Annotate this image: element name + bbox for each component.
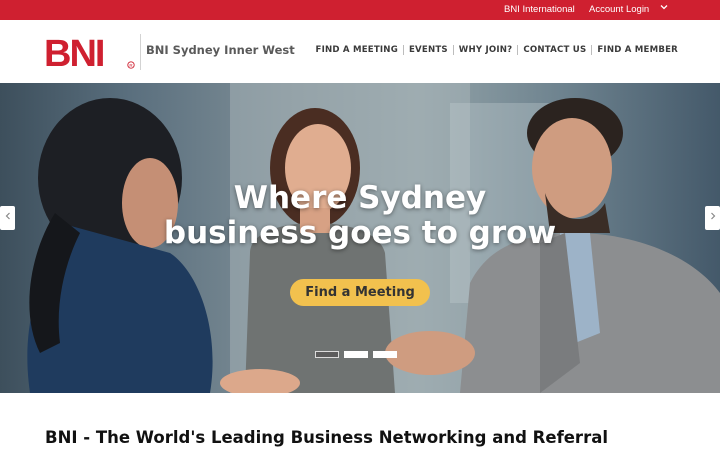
logo-divider [140,34,141,70]
bni-logo[interactable]: BNI R [44,33,136,75]
bni-international-link[interactable]: BNI International [504,4,575,15]
headline-line-2: business goes to grow [163,215,557,251]
nav-separator [452,45,454,55]
nav-events[interactable]: EVENTS [409,45,448,55]
nav-find-a-member[interactable]: FIND A MEMBER [597,45,678,55]
chevron-right-icon [710,212,716,223]
carousel-prev-button[interactable] [0,206,15,230]
svg-text:BNI: BNI [44,34,104,70]
carousel-dot-1[interactable] [315,351,339,358]
hero-headline: Where Sydney business goes to grow [0,181,720,251]
chevron-left-icon [5,212,11,223]
nav-separator [402,45,404,55]
main-navigation: FIND A MEETING EVENTS WHY JOIN? CONTACT … [316,45,678,55]
find-a-meeting-button[interactable]: Find a Meeting [290,279,430,306]
site-header: BNI R BNI Sydney Inner West FIND A MEETI… [0,20,720,83]
carousel-next-button[interactable] [705,206,720,230]
chevron-down-icon[interactable] [660,3,668,14]
carousel-indicators [315,351,402,358]
carousel-dot-2[interactable] [344,351,368,358]
carousel-dot-3[interactable] [373,351,397,358]
headline-line-1: Where Sydney [233,180,487,216]
nav-find-a-meeting[interactable]: FIND A MEETING [316,45,398,55]
nav-why-join[interactable]: WHY JOIN? [459,45,513,55]
account-login-link[interactable]: Account Login [589,4,649,15]
chapter-name: BNI Sydney Inner West [146,43,295,57]
top-utility-bar: BNI International Account Login [0,0,720,20]
hero-carousel: Where Sydney business goes to grow Find … [0,83,720,393]
nav-separator [591,45,593,55]
nav-separator [517,45,519,55]
nav-contact-us[interactable]: CONTACT US [523,45,586,55]
section-heading: BNI - The World's Leading Business Netwo… [45,428,608,447]
